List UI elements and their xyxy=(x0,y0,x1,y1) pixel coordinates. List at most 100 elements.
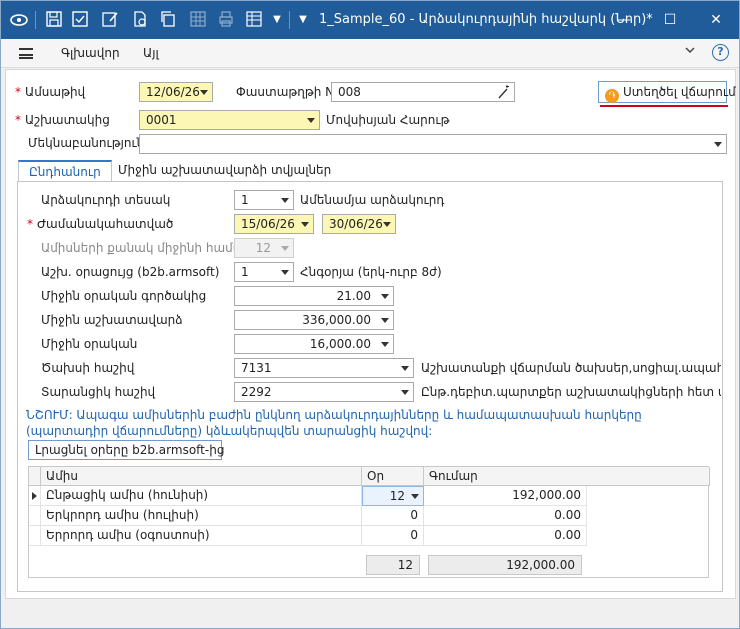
comment-field[interactable] xyxy=(139,134,727,154)
grid-corner xyxy=(29,467,41,486)
menu-item-other[interactable]: Այլ xyxy=(143,46,159,60)
chevron-down-icon[interactable] xyxy=(200,90,208,95)
print-icon[interactable] xyxy=(217,10,237,30)
fill-days-button[interactable]: Լրացնել օրերը b2b.armsoft-ից xyxy=(28,440,224,460)
menu-item-main[interactable]: Գլխավոր xyxy=(61,46,120,60)
period-label: * Ժամանակահատված xyxy=(27,217,174,231)
avg-salary-label: Միջին աշխատավարձ xyxy=(41,313,183,327)
chevron-down-icon[interactable] xyxy=(401,390,409,395)
total-days: 12 xyxy=(366,555,420,575)
avg-daily-label: Միջին օրական xyxy=(41,337,138,351)
employee-label: * Աշխատակից xyxy=(15,113,110,127)
form-content: * Ամսաթիվ 12/06/26 Փաստաթղթի N 008 ֏ Ստեղծ… xyxy=(5,69,736,599)
chevron-down-icon[interactable] xyxy=(281,270,289,275)
chevron-down-icon[interactable] xyxy=(307,118,315,123)
table-view-icon[interactable] xyxy=(245,10,265,30)
magic-wand-icon[interactable] xyxy=(498,83,510,101)
menu-bar: Գլխավոր Այլ ? xyxy=(1,39,739,68)
chevron-down-icon[interactable] xyxy=(411,494,419,499)
maximize-icon[interactable]: ☐ xyxy=(647,1,693,39)
document-icon[interactable] xyxy=(131,10,151,30)
months-grid: Ամիս Օր Գումար Ընթացիկ ամիս (հունիսի) 12… xyxy=(28,466,710,578)
table-row-days[interactable]: 12 xyxy=(362,486,424,506)
avg-salary-field[interactable]: 336,000.00 xyxy=(234,310,394,330)
transit-account-field[interactable]: 2292 xyxy=(234,382,414,402)
save-close-icon[interactable] xyxy=(71,10,91,30)
grid-icon[interactable] xyxy=(189,10,209,30)
app-window: ▼ ▼ 1_Sample_60 - Արձակուրդայինի հաշվարկ… xyxy=(0,0,740,629)
status-bar xyxy=(1,601,739,628)
chevron-down-icon[interactable] xyxy=(685,45,695,55)
chevron-down-icon[interactable] xyxy=(714,142,722,147)
highlight-underline xyxy=(600,105,728,107)
expense-account-text: Աշխատանքի վճարման ծախսեր,սոցիալ.ապահովագ xyxy=(421,361,721,375)
table-row-month[interactable]: Ընթացիկ ամիս (հունիսի) xyxy=(41,486,362,506)
quick-access-dropdown-icon[interactable]: ▼ xyxy=(293,10,313,30)
vacation-type-label: Արձակուրդի տեսակ xyxy=(41,193,171,207)
chevron-down-icon[interactable] xyxy=(401,366,409,371)
chevron-down-icon[interactable] xyxy=(383,222,391,227)
table-row-amount[interactable]: 192,000.00 xyxy=(424,486,587,506)
employee-name: Մովսիսյան Հարութ xyxy=(326,113,450,127)
tab-general[interactable]: Ընդհանուր xyxy=(18,160,112,182)
doc-no-field[interactable]: 008 xyxy=(331,82,515,102)
table-row-month[interactable]: Երկրորդ ամիս (հուլիսի) xyxy=(41,506,362,526)
row-indicator xyxy=(29,526,41,546)
title-separator xyxy=(289,11,290,29)
save-icon[interactable] xyxy=(45,10,65,30)
expense-account-label: Ծախսի հաշիվ xyxy=(41,361,135,375)
tab-average-salary-data[interactable]: Միջին աշխատավարձի տվյալներ xyxy=(108,160,341,182)
chevron-down-icon[interactable] xyxy=(281,198,289,203)
vacation-type-field[interactable]: 1 xyxy=(234,190,294,210)
tab-panel-general: Արձակուրդի տեսակ 1 Ամենամյա արձակուրդ * Ժ… xyxy=(17,181,723,592)
column-header-month[interactable]: Ամիս xyxy=(41,467,362,486)
table-row-days[interactable]: 0 xyxy=(362,526,424,546)
period-from-field[interactable]: 15/06/26 xyxy=(234,214,314,234)
app-logo-icon xyxy=(9,10,29,30)
current-row-arrow-icon xyxy=(32,492,37,500)
close-icon[interactable]: ✕ xyxy=(693,1,739,39)
avg-daily-field[interactable]: 16,000.00 xyxy=(234,334,394,354)
create-payment-button[interactable]: ֏ Ստեղծել վճարում xyxy=(598,81,736,103)
total-amount: 192,000.00 xyxy=(428,555,582,575)
workweek-field[interactable]: 1 xyxy=(234,262,294,282)
table-row-amount[interactable]: 0.00 xyxy=(424,526,587,546)
avg-daily-per-employee-field[interactable]: 21.00 xyxy=(234,286,394,306)
title-separator xyxy=(35,11,36,29)
avg-daily-per-employee-label: Միջին օրական գործակից xyxy=(41,289,207,303)
payment-icon: ֏ xyxy=(605,89,619,103)
chevron-down-icon[interactable] xyxy=(381,318,389,323)
table-row-days[interactable]: 0 xyxy=(362,506,424,526)
vacation-type-text: Ամենամյա արձակուրդ xyxy=(300,193,445,207)
transit-account-label: Տարանցիկ հաշիվ xyxy=(41,385,156,399)
period-to-field[interactable]: 30/06/26 xyxy=(322,214,396,234)
months-count-field: 12 xyxy=(234,238,294,258)
edit-icon[interactable] xyxy=(101,10,121,30)
column-header-amount[interactable]: Գումար xyxy=(424,467,710,486)
workweek-text: Հնգօրյա (երկ-ուրբ 8ժ) xyxy=(300,265,442,279)
months-count-label: Ամիսների քանակ միջինի համար xyxy=(41,241,253,255)
employee-field[interactable]: 0001 xyxy=(139,110,320,130)
title-bar: ▼ ▼ 1_Sample_60 - Արձակուրդայինի հաշվարկ… xyxy=(1,1,739,39)
column-header-days[interactable]: Օր xyxy=(362,467,424,486)
date-label: * Ամսաթիվ xyxy=(15,85,86,99)
doc-no-label: Փաստաթղթի N xyxy=(236,85,335,99)
toolbar-dropdown-icon[interactable]: ▼ xyxy=(267,10,287,30)
minimize-icon[interactable]: — xyxy=(601,1,647,39)
chevron-down-icon[interactable] xyxy=(381,342,389,347)
workweek-label: Աշխ. օրացույց (b2b.armsoft) xyxy=(41,265,220,279)
table-row-month[interactable]: Երրորդ ամիս (օգոստոսի) xyxy=(41,526,362,546)
copy-icon[interactable] xyxy=(159,10,179,30)
row-indicator xyxy=(29,506,41,526)
chevron-down-icon[interactable] xyxy=(381,294,389,299)
note-text: ՆՇՈՒՄ: Ապագա ամիսներին բաժին ընկնող արձա… xyxy=(26,408,642,438)
chevron-down-icon xyxy=(281,246,289,251)
row-indicator xyxy=(29,486,41,506)
chevron-down-icon[interactable] xyxy=(301,222,309,227)
date-field[interactable]: 12/06/26 xyxy=(139,82,213,102)
table-row-amount[interactable]: 0.00 xyxy=(424,506,587,526)
expense-account-field[interactable]: 7131 xyxy=(234,358,414,378)
comment-label: Մեկնաբանություն xyxy=(28,136,145,150)
help-icon[interactable]: ? xyxy=(712,44,729,61)
hamburger-menu-icon[interactable] xyxy=(19,48,33,59)
